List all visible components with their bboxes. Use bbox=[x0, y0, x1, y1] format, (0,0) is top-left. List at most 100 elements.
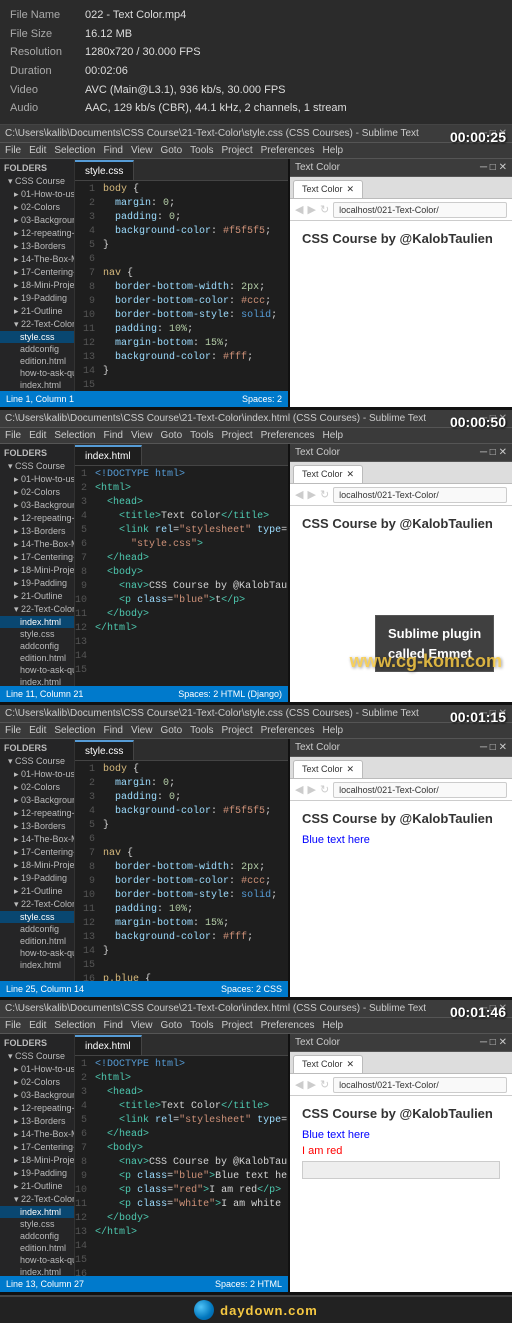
menu-project-2[interactable]: Project bbox=[222, 430, 253, 441]
file-ed-4[interactable]: edition.html bbox=[0, 1242, 74, 1254]
menu-view-2[interactable]: View bbox=[131, 430, 153, 441]
file-addinconfig[interactable]: addconfig bbox=[0, 343, 74, 355]
menu-view-3[interactable]: View bbox=[131, 725, 153, 736]
f-01-3[interactable]: ▸ 01-How-to-use-C bbox=[0, 768, 74, 781]
folder-css-course[interactable]: ▾ CSS Course bbox=[0, 175, 74, 188]
f-19-3[interactable]: ▸ 19-Padding bbox=[0, 872, 74, 885]
menu-goto-3[interactable]: Goto bbox=[160, 725, 182, 736]
forward-btn-2[interactable]: ▶ bbox=[307, 488, 315, 501]
menu-selection-4[interactable]: Selection bbox=[54, 1020, 95, 1031]
file-how-to-2[interactable]: how-to-ask-quest bbox=[0, 664, 74, 676]
menu-find-3[interactable]: Find bbox=[104, 725, 123, 736]
file-ask-3[interactable]: how-to-ask-quest bbox=[0, 947, 74, 959]
f-22-3[interactable]: ▾ 22-Text-Color bbox=[0, 898, 74, 911]
folder-17-2[interactable]: ▸ 17-Centering-an-E bbox=[0, 551, 74, 564]
menu-tools-4[interactable]: Tools bbox=[190, 1020, 213, 1031]
folder-19[interactable]: ▸ 19-Padding bbox=[0, 292, 74, 305]
menu-help-4[interactable]: Help bbox=[323, 1020, 344, 1031]
f-18-4[interactable]: ▸ 18-Mini-Project-5 bbox=[0, 1154, 74, 1167]
file-idx-4[interactable]: index.html bbox=[0, 1266, 74, 1276]
browser-tab-4[interactable]: Text Color ✕ bbox=[293, 1055, 363, 1073]
menu-edit-4[interactable]: Edit bbox=[29, 1020, 46, 1031]
back-btn-3[interactable]: ◀ bbox=[295, 783, 303, 796]
folder-12[interactable]: ▸ 12-repeating-bac bbox=[0, 227, 74, 240]
menu-file-2[interactable]: File bbox=[5, 430, 21, 441]
forward-btn-3[interactable]: ▶ bbox=[307, 783, 315, 796]
code-tab-style-3[interactable]: style.css bbox=[75, 740, 134, 760]
back-btn-1[interactable]: ◀ bbox=[295, 203, 303, 216]
f-14-3[interactable]: ▸ 14-The-Box-Mode bbox=[0, 833, 74, 846]
f-19-4[interactable]: ▸ 19-Padding bbox=[0, 1167, 74, 1180]
menu-edit-3[interactable]: Edit bbox=[29, 725, 46, 736]
menu-tools-3[interactable]: Tools bbox=[190, 725, 213, 736]
file-addconfig-2[interactable]: addconfig bbox=[0, 640, 74, 652]
menu-preferences[interactable]: Preferences bbox=[261, 145, 315, 156]
folder-03[interactable]: ▸ 03-Backgrounds bbox=[0, 214, 74, 227]
f-22-4[interactable]: ▾ 22-Text-Color bbox=[0, 1193, 74, 1206]
f-02-3[interactable]: ▸ 02-Colors bbox=[0, 781, 74, 794]
address-input-2[interactable] bbox=[333, 487, 507, 503]
address-input-1[interactable] bbox=[333, 202, 507, 218]
f-03-4[interactable]: ▸ 03-Backgrounds bbox=[0, 1089, 74, 1102]
folder-css-3[interactable]: ▾ CSS Course bbox=[0, 755, 74, 768]
menu-preferences-2[interactable]: Preferences bbox=[261, 430, 315, 441]
f-12-4[interactable]: ▸ 12-repeating-bac bbox=[0, 1102, 74, 1115]
folder-13[interactable]: ▸ 13-Borders bbox=[0, 240, 74, 253]
file-ed-3[interactable]: edition.html bbox=[0, 935, 74, 947]
back-btn-2[interactable]: ◀ bbox=[295, 488, 303, 501]
menu-help-2[interactable]: Help bbox=[323, 430, 344, 441]
f-13-4[interactable]: ▸ 13-Borders bbox=[0, 1115, 74, 1128]
menu-tools-2[interactable]: Tools bbox=[190, 430, 213, 441]
file-index2[interactable]: index.html bbox=[0, 676, 74, 686]
folder-02[interactable]: ▸ 02-Colors bbox=[0, 201, 74, 214]
file-style-css-1[interactable]: style.css bbox=[0, 331, 74, 343]
menu-project[interactable]: Project bbox=[222, 145, 253, 156]
menu-preferences-3[interactable]: Preferences bbox=[261, 725, 315, 736]
folder-18[interactable]: ▸ 18-Mini-Project-5 bbox=[0, 279, 74, 292]
folder-17[interactable]: ▸ 17-Centering-an-E bbox=[0, 266, 74, 279]
f-17-3[interactable]: ▸ 17-Centering-an-E bbox=[0, 846, 74, 859]
menu-project-4[interactable]: Project bbox=[222, 1020, 253, 1031]
f-03-3[interactable]: ▸ 03-Backgrounds bbox=[0, 794, 74, 807]
browser-tab-1[interactable]: Text Color ✕ bbox=[293, 180, 363, 198]
folder-01[interactable]: ▸ 01-How-to-use-C bbox=[0, 188, 74, 201]
file-ask-4[interactable]: how-to-ask-quest bbox=[0, 1254, 74, 1266]
folder-14-2[interactable]: ▸ 14-The-Box-Mode bbox=[0, 538, 74, 551]
folder-02-2[interactable]: ▸ 02-Colors bbox=[0, 486, 74, 499]
menu-file[interactable]: File bbox=[5, 145, 21, 156]
folder-01-2[interactable]: ▸ 01-How-to-use-C bbox=[0, 473, 74, 486]
menu-selection-3[interactable]: Selection bbox=[54, 725, 95, 736]
back-btn-4[interactable]: ◀ bbox=[295, 1078, 303, 1091]
file-how-to-ask[interactable]: how-to-ask-quest bbox=[0, 367, 74, 379]
browser-tab-3[interactable]: Text Color ✕ bbox=[293, 760, 363, 778]
file-edition-html[interactable]: edition.html bbox=[0, 355, 74, 367]
menu-help[interactable]: Help bbox=[323, 145, 344, 156]
menu-project-3[interactable]: Project bbox=[222, 725, 253, 736]
f-14-4[interactable]: ▸ 14-The-Box-Mode bbox=[0, 1128, 74, 1141]
folder-css-course-2[interactable]: ▾ CSS Course bbox=[0, 460, 74, 473]
file-index-4[interactable]: index.html bbox=[0, 1206, 74, 1218]
folder-19-2[interactable]: ▸ 19-Padding bbox=[0, 577, 74, 590]
menu-preferences-4[interactable]: Preferences bbox=[261, 1020, 315, 1031]
file-style-4[interactable]: style.css bbox=[0, 1218, 74, 1230]
folder-css-4[interactable]: ▾ CSS Course bbox=[0, 1050, 74, 1063]
f-21-4[interactable]: ▸ 21-Outline bbox=[0, 1180, 74, 1193]
address-input-4[interactable] bbox=[333, 1077, 507, 1093]
menu-help-3[interactable]: Help bbox=[323, 725, 344, 736]
f-18-3[interactable]: ▸ 18-Mini-Project-5 bbox=[0, 859, 74, 872]
refresh-btn-3[interactable]: ↻ bbox=[320, 783, 329, 796]
menu-find-4[interactable]: Find bbox=[104, 1020, 123, 1031]
code-tab-index-4[interactable]: index.html bbox=[75, 1035, 142, 1055]
folder-18-2[interactable]: ▸ 18-Mini-Project-5 bbox=[0, 564, 74, 577]
refresh-btn-2[interactable]: ↻ bbox=[320, 488, 329, 501]
folder-13-2[interactable]: ▸ 13-Borders bbox=[0, 525, 74, 538]
refresh-btn-4[interactable]: ↻ bbox=[320, 1078, 329, 1091]
f-12-3[interactable]: ▸ 12-repeating-bac bbox=[0, 807, 74, 820]
f-17-4[interactable]: ▸ 17-Centering-an-E bbox=[0, 1141, 74, 1154]
menu-selection-2[interactable]: Selection bbox=[54, 430, 95, 441]
menu-find[interactable]: Find bbox=[104, 145, 123, 156]
menu-view[interactable]: View bbox=[131, 145, 153, 156]
browser-tab-2[interactable]: Text Color ✕ bbox=[293, 465, 363, 483]
menu-file-4[interactable]: File bbox=[5, 1020, 21, 1031]
folder-03-2[interactable]: ▸ 03-Backgrounds bbox=[0, 499, 74, 512]
